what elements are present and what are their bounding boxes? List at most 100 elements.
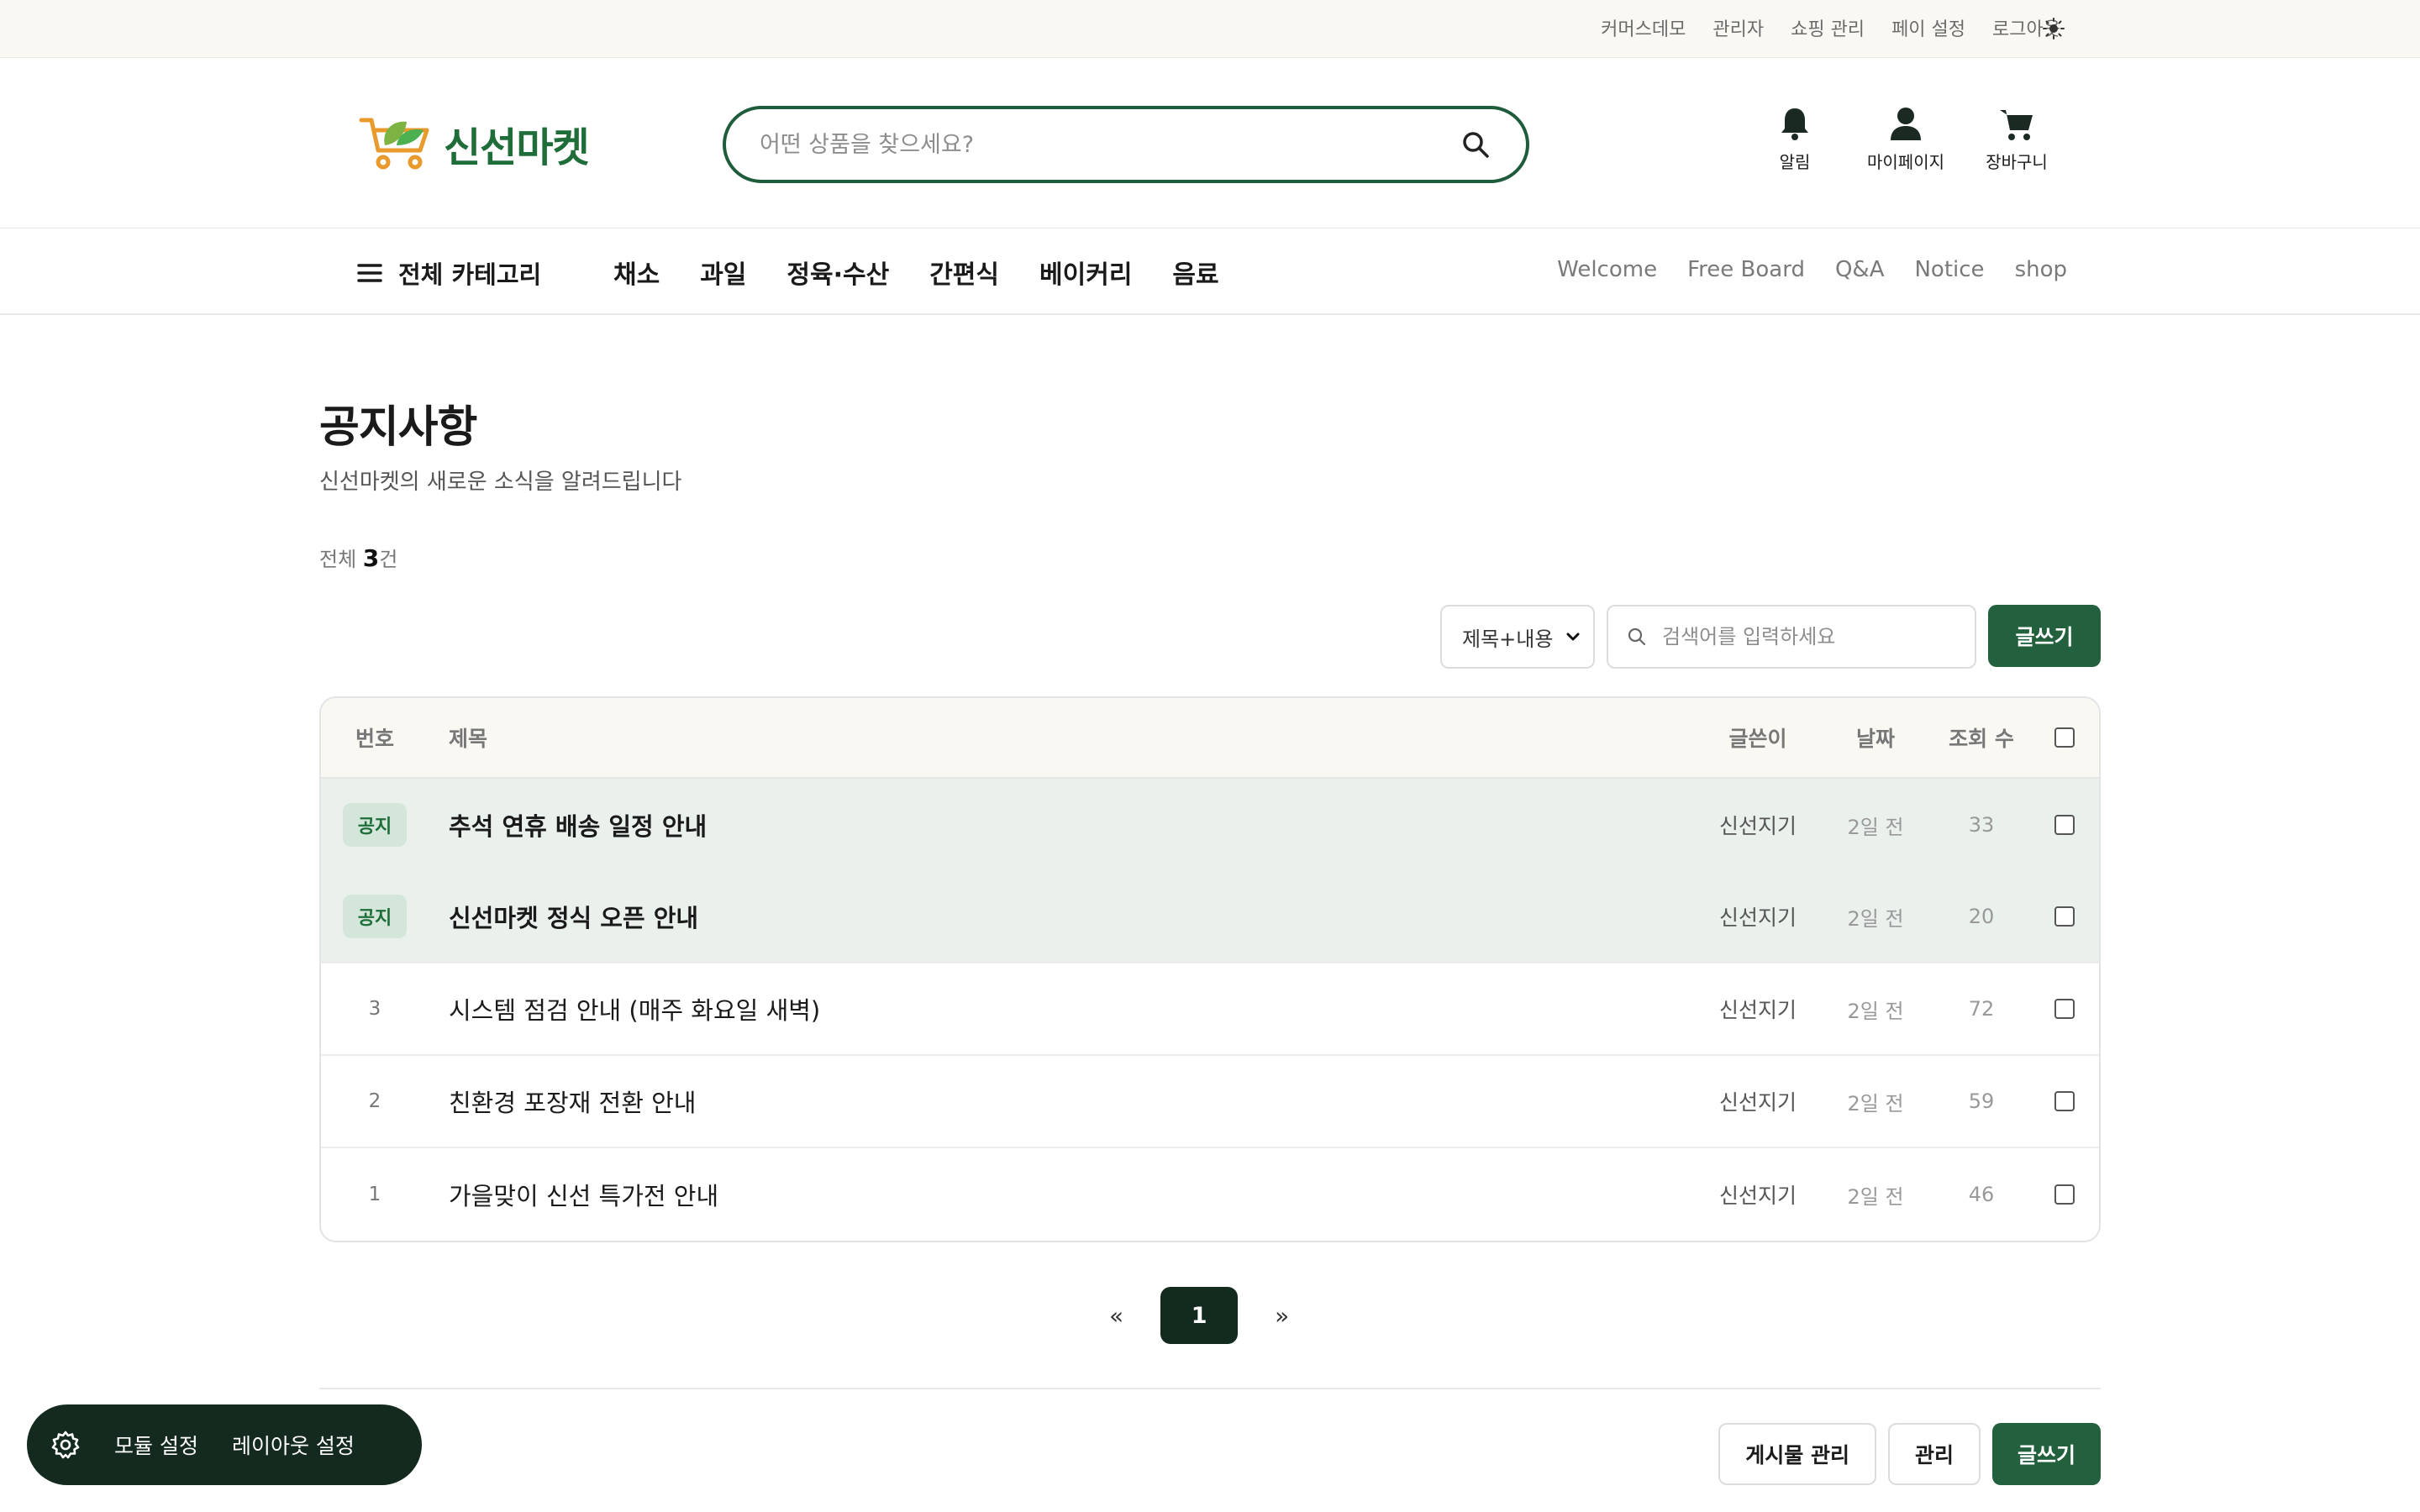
post-title[interactable]: 추석 연휴 배송 일정 안내 [449,807,707,843]
post-count-suffix: 건 [379,548,398,571]
cart-leaf-logo-icon [359,118,429,170]
user-icon [1891,108,1921,140]
select-all-cell [2044,698,2086,777]
all-categories-label: 전체 카테고리 [398,260,542,289]
module-settings-button[interactable]: 모듈 설정 [114,1430,198,1460]
post-views: 72 [1968,997,1995,1021]
post-title[interactable]: 친환경 포장재 전환 안내 [449,1084,696,1119]
post-title[interactable]: 시스템 점검 안내 (매주 화요일 새벽) [449,991,820,1026]
board-link-shop[interactable]: shop [2015,257,2067,282]
bottom-actions: 게시물 관리 관리 글쓰기 [1718,1423,2101,1485]
utility-link-demo[interactable]: 커머스데모 [1601,14,1686,41]
post-author: 신선지기 [1718,906,1797,930]
post-count-value: 3 [362,544,380,572]
divider [319,1388,2101,1389]
search-icon [1628,627,1646,646]
header-icons: 알림 마이페이지 장바구니 [1756,105,2055,173]
post-views: 33 [1968,813,1995,837]
row-checkbox[interactable] [2054,906,2075,927]
row-checkbox[interactable] [2054,1184,2075,1205]
pagination-prev[interactable]: « [1109,1302,1123,1330]
cart-label: 장바구니 [1986,152,2048,172]
table-row[interactable]: 공지 추석 연휴 배송 일정 안내 신선지기 2일 전 33 [321,779,2099,871]
category-vegetables[interactable]: 채소 [613,254,660,291]
post-views: 46 [1968,1183,1995,1206]
table-row[interactable]: 1 가을맞이 신선 특가전 안내 신선지기 2일 전 46 [321,1148,2099,1241]
layout-settings-button[interactable]: 레이아웃 설정 [232,1430,355,1460]
post-author: 신선지기 [1718,1184,1797,1208]
post-views: 20 [1968,905,1995,928]
post-date: 2일 전 [1847,1184,1904,1209]
post-title[interactable]: 가을맞이 신선 특가전 안내 [449,1177,718,1212]
table-row[interactable]: 3 시스템 점검 안내 (매주 화요일 새벽) 신선지기 2일 전 72 [321,963,2099,1056]
gear-icon[interactable] [50,1430,81,1460]
board-link-notice[interactable]: Notice [1914,257,1984,282]
bell-icon [1781,108,1808,140]
board-link-welcome[interactable]: Welcome [1557,257,1657,282]
table-header: 번호 제목 글쓴이 날짜 조회 수 [321,698,2099,779]
search-scope-value: 제목+내용 [1462,627,1554,651]
site-header: 신선마켓 알림 마이페이지 장바구니 [0,58,2420,228]
post-count: 전체 3건 [319,543,397,572]
post-author: 신선지기 [1718,1090,1797,1115]
column-title: 제목 [449,727,488,751]
post-date: 2일 전 [1847,906,1904,931]
category-beverages[interactable]: 음료 [1172,254,1218,291]
post-title[interactable]: 신선마켓 정식 오픈 안내 [449,899,698,934]
cart-button[interactable]: 장바구니 [1978,105,2055,173]
logo-text: 신선마켓 [444,124,590,171]
board-toolbar: 제목+내용 글쓰기 [1440,605,2101,669]
post-number: 1 [368,1184,381,1205]
post-views: 59 [1968,1089,1995,1113]
post-date: 2일 전 [1847,815,1904,839]
table-row[interactable]: 2 친환경 포장재 전환 안내 신선지기 2일 전 59 [321,1056,2099,1148]
notifications-button[interactable]: 알림 [1756,105,1833,173]
search-icon[interactable] [1459,128,1492,161]
utility-link-admin[interactable]: 관리자 [1712,14,1764,41]
column-views: 조회 수 [1949,727,2014,751]
row-checkbox[interactable] [2054,999,2075,1019]
column-author: 글쓴이 [1728,727,1787,751]
post-date: 2일 전 [1847,1091,1904,1116]
sun-icon[interactable] [2042,17,2065,40]
board-links: Welcome Free Board Q&A Notice shop [1557,257,2067,282]
site-logo[interactable]: 신선마켓 [356,110,600,177]
chevron-down-icon [1566,633,1580,641]
header-search-input[interactable] [760,131,1459,158]
post-date: 2일 전 [1847,999,1904,1023]
notice-badge: 공지 [342,803,408,847]
post-author: 신선지기 [1718,814,1797,838]
utility-bar: 커머스데모 관리자 쇼핑 관리 페이 설정 로그아웃 [0,0,2420,58]
write-button-top[interactable]: 글쓰기 [1988,605,2101,667]
cart-icon [2000,110,2033,140]
post-count-prefix: 전체 [319,548,363,571]
search-scope-select[interactable]: 제목+내용 [1440,605,1595,669]
board-link-free-board[interactable]: Free Board [1687,257,1805,282]
category-bakery[interactable]: 베이커리 [1039,254,1132,291]
utility-links: 커머스데모 관리자 쇼핑 관리 페이 설정 로그아웃 [1601,0,2060,55]
column-no: 번호 [355,727,394,751]
board-search-input[interactable] [1662,625,1956,648]
utility-link-shop-admin[interactable]: 쇼핑 관리 [1791,14,1865,41]
header-search [723,106,1529,183]
utility-link-pay-settings[interactable]: 페이 설정 [1891,14,1965,41]
page-subtitle: 신선마켓의 새로운 소식을 알려드립니다 [319,470,682,495]
select-all-checkbox[interactable] [2054,727,2075,748]
table-row[interactable]: 공지 신선마켓 정식 오픈 안내 신선지기 2일 전 20 [321,871,2099,963]
post-number: 3 [368,998,381,1020]
category-meat-seafood[interactable]: 정육·수산 [786,254,889,291]
board-link-qna[interactable]: Q&A [1835,257,1885,282]
write-button-bottom[interactable]: 글쓰기 [1991,1423,2101,1485]
mypage-button[interactable]: 마이페이지 [1867,105,1944,173]
row-checkbox[interactable] [2054,815,2075,835]
category-fruits[interactable]: 과일 [700,254,746,291]
manage-posts-button[interactable]: 게시물 관리 [1718,1423,1876,1485]
notifications-label: 알림 [1779,152,1811,172]
pagination-next[interactable]: » [1275,1302,1289,1330]
category-ready-meals[interactable]: 간편식 [929,254,999,291]
manage-button[interactable]: 관리 [1887,1423,1981,1485]
row-checkbox[interactable] [2054,1091,2075,1111]
pagination-current-page[interactable]: 1 [1160,1287,1239,1344]
post-author: 신선지기 [1718,998,1797,1022]
all-categories-button[interactable]: 전체 카테고리 [356,255,541,291]
